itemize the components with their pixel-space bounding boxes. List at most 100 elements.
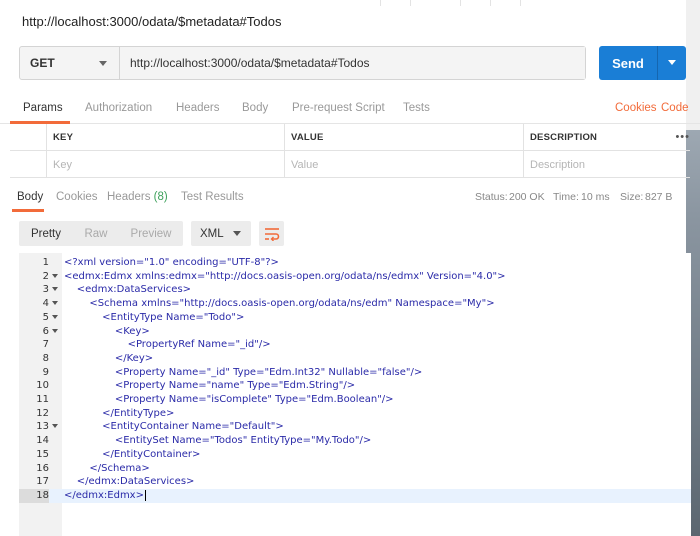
row-checkbox-cell [10,151,46,178]
tab-divider [490,0,491,6]
code-line[interactable]: 4 <Schema xmlns="http://docs.oasis-open.… [19,297,691,311]
view-mode-raw[interactable]: Raw [73,221,119,246]
response-tab-body[interactable]: Body [17,191,43,203]
chevron-down-icon [233,231,241,236]
code-line[interactable]: 1 <?xml version="1.0" encoding="UTF-8"?> [19,256,691,270]
line-number: 16 [36,462,49,474]
url-input[interactable]: http://localhost:3000/odata/$metadata#To… [120,47,585,79]
line-number: 4 [42,298,49,310]
line-number: 9 [42,366,49,378]
line-number: 6 [42,325,49,337]
code-line[interactable]: 10 <Property Name="name" Type="Edm.Strin… [19,379,691,393]
response-body-editor[interactable]: 1 <?xml version="1.0" encoding="UTF-8"?> 2… [19,253,691,536]
send-button[interactable]: Send [599,46,686,80]
description-input[interactable]: Description [523,151,690,178]
fold-toggle-icon[interactable] [52,328,58,333]
wrap-lines-button[interactable] [259,221,284,246]
line-number: 2 [42,270,49,282]
code-link[interactable]: Code [661,102,689,114]
fold-toggle-icon[interactable] [52,287,58,292]
more-options-icon[interactable]: ••• [675,131,690,143]
code-line[interactable]: 7 <PropertyRef Name="_id"/> [19,338,691,352]
view-mode-toggle: Pretty Raw Preview [19,221,183,246]
code-text: </edmx:Edmx> [64,489,144,501]
tab-headers[interactable]: Headers [176,102,219,114]
line-number: 8 [42,352,49,364]
line-number: 3 [42,284,49,296]
tab-divider [460,0,461,6]
fold-toggle-icon[interactable] [52,424,58,429]
chevron-down-icon [99,61,107,66]
code-line[interactable]: 5 <EntityType Name="Todo"> [19,311,691,325]
code-text: <edmx:Edmx xmlns:edmx="http://docs.oasis… [64,270,506,282]
fold-toggle-icon[interactable] [52,314,58,319]
top-tab-strip [0,0,700,6]
code-text: <Key> [64,325,150,337]
tab-divider [410,0,411,6]
active-response-tab-indicator [12,209,44,212]
code-text: <EntityType Name="Todo"> [64,311,245,323]
line-number: 13 [36,421,49,433]
code-line[interactable]: 8 </Key> [19,352,691,366]
code-line[interactable]: 2 <edmx:Edmx xmlns:edmx="http://docs.oasi… [19,270,691,284]
tab-body[interactable]: Body [242,102,268,114]
response-tab-cookies[interactable]: Cookies [56,191,98,203]
column-header-key: KEY [46,124,284,151]
key-input[interactable]: Key [46,151,284,178]
code-text: </EntityContainer> [64,448,201,460]
code-text: <Property Name="isComplete" Type="Edm.Bo… [64,394,394,405]
code-line[interactable]: 16 </Schema> [19,462,691,476]
send-label[interactable]: Send [599,46,657,80]
line-number: 12 [36,407,49,419]
headers-count-badge: (8) [153,191,168,203]
fold-toggle-icon[interactable] [52,301,58,306]
code-text: </Schema> [64,462,150,474]
tab-authorization[interactable]: Authorization [85,102,152,114]
code-line[interactable]: 6 <Key> [19,325,691,339]
request-tab-title[interactable]: http://localhost:3000/odata/$metadata#To… [22,14,281,29]
code-line[interactable]: 9 <Property Name="_id" Type="Edm.Int32" … [19,366,691,380]
code-text: </Key> [64,352,154,364]
request-bar: GET http://localhost:3000/odata/$metadat… [19,46,586,80]
size-value: 827 B [645,191,673,203]
value-input[interactable]: Value [284,151,523,178]
line-number: 14 [36,435,49,447]
request-tabs: Params Authorization Headers Body Pre-re… [0,96,700,124]
code-line[interactable]: 18 </edmx:Edmx> [19,488,691,503]
line-number: 7 [42,339,49,351]
view-mode-preview[interactable]: Preview [119,221,183,246]
view-mode-pretty[interactable]: Pretty [19,221,73,246]
send-options-chevron-down-icon[interactable] [658,46,686,80]
format-select[interactable]: XML [191,221,251,246]
method-select[interactable]: GET [20,47,120,79]
code-line[interactable]: 11 <Property Name="isComplete" Type="Edm… [19,393,691,407]
code-line[interactable]: 12 </EntityType> [19,407,691,421]
tab-tests[interactable]: Tests [403,102,430,114]
code-line[interactable]: 13 <EntityContainer Name="Default"> [19,420,691,434]
line-number: 17 [36,476,49,488]
column-header-value: VALUE [284,124,523,151]
code-text: </edmx:DataServices> [64,476,195,488]
tab-params[interactable]: Params [23,102,63,114]
size-label: Size: [620,191,644,203]
response-tab-headers-label: Headers [107,191,151,203]
response-tab-test-results[interactable]: Test Results [181,191,244,203]
code-line[interactable]: 15 </EntityContainer> [19,448,691,462]
tab-prerequest-script[interactable]: Pre-request Script [292,102,385,114]
tab-divider [380,0,381,6]
fold-toggle-icon[interactable] [52,273,58,278]
code-text: <EntitySet Name="Todos" EntityType="My.T… [64,435,372,447]
line-number: 10 [36,380,49,392]
line-number: 5 [42,311,49,323]
code-line[interactable]: 17 </edmx:DataServices> [19,475,691,489]
code-text: <PropertyRef Name="_id"/> [64,339,271,351]
code-line[interactable]: 3 <edmx:DataServices> [19,283,691,297]
line-number: 15 [36,448,49,460]
status-label: Status: [475,191,508,203]
code-line[interactable]: 14 <EntitySet Name="Todos" EntityType="M… [19,434,691,448]
response-tabs: Body Cookies Headers (8) Test Results St… [0,186,700,212]
line-number: 11 [36,394,49,405]
response-tab-headers[interactable]: Headers (8) [107,191,168,203]
code-text: <EntityContainer Name="Default"> [64,421,284,433]
cookies-link[interactable]: Cookies [615,102,657,114]
